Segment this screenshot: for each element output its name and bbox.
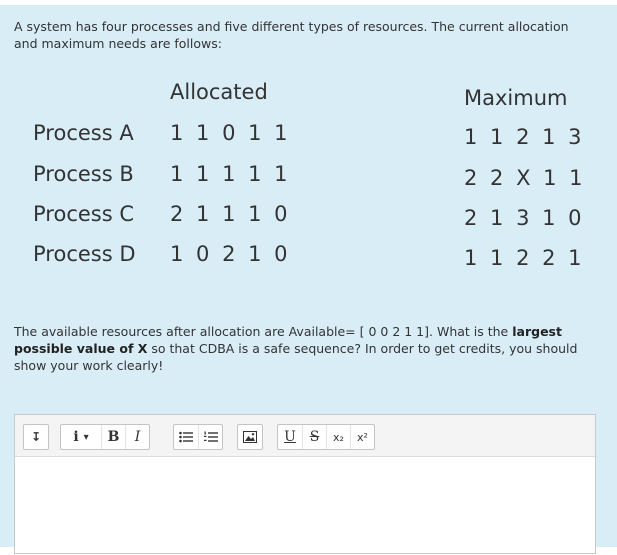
image-icon	[243, 431, 257, 443]
bold-button[interactable]: B	[101, 425, 125, 449]
paragraph-style-dropdown[interactable]: i ▾	[61, 425, 101, 449]
process-c-allocated: 2 1 1 1 0	[170, 202, 291, 226]
process-c-maximum: 2 1 3 1 0	[464, 206, 585, 230]
toolbar-group-lists	[173, 424, 223, 450]
question-panel: A system has four processes and five dif…	[0, 5, 617, 554]
intro-text: A system has four processes and five dif…	[14, 19, 569, 51]
ordered-list-button[interactable]	[198, 425, 222, 449]
ordered-list-icon	[203, 431, 218, 442]
question-text: The available resources after allocation…	[14, 323, 599, 374]
answer-editor: ↧ i ▾ B I U S x₂ x²	[14, 414, 596, 554]
superscript-button[interactable]: x²	[350, 425, 374, 449]
process-b-allocated: 1 1 1 1 1	[170, 162, 291, 186]
process-a-allocated: 1 1 0 1 1	[170, 121, 291, 145]
maximum-header: Maximum	[464, 86, 568, 110]
toolbar-group-format: U S x₂ x²	[277, 424, 375, 450]
allocated-header: Allocated	[170, 80, 268, 104]
process-c-label: Process C	[33, 202, 135, 226]
process-d-allocated: 1 0 2 1 0	[170, 242, 291, 266]
collapse-arrow-icon: ↧	[30, 430, 42, 444]
info-icon: i	[73, 429, 79, 445]
toolbar-group-collapse: ↧	[23, 424, 49, 450]
chevron-down-icon: ▾	[83, 431, 89, 443]
unordered-list-button[interactable]	[174, 425, 198, 449]
underline-button[interactable]: U	[278, 425, 302, 449]
process-a-maximum: 1 1 2 1 3	[464, 125, 585, 149]
insert-image-button[interactable]	[238, 425, 262, 449]
process-d-maximum: 1 1 2 2 1	[464, 246, 585, 270]
process-b-label: Process B	[33, 162, 134, 186]
process-a-label: Process A	[33, 121, 134, 145]
strikethrough-button[interactable]: S	[302, 425, 326, 449]
process-d-label: Process D	[33, 242, 136, 266]
process-b-maximum: 2 2 X 1 1	[464, 166, 586, 190]
italic-button[interactable]: I	[125, 425, 149, 449]
subscript-button[interactable]: x₂	[326, 425, 350, 449]
question-part1: The available resources after allocation…	[14, 324, 513, 339]
collapse-toolbar-button[interactable]: ↧	[24, 425, 48, 449]
unordered-list-icon	[179, 431, 193, 443]
toolbar-group-media	[237, 424, 263, 450]
answer-text-area[interactable]	[15, 457, 595, 555]
editor-toolbar: ↧ i ▾ B I U S x₂ x²	[15, 415, 595, 457]
toolbar-group-style: i ▾ B I	[60, 424, 150, 450]
